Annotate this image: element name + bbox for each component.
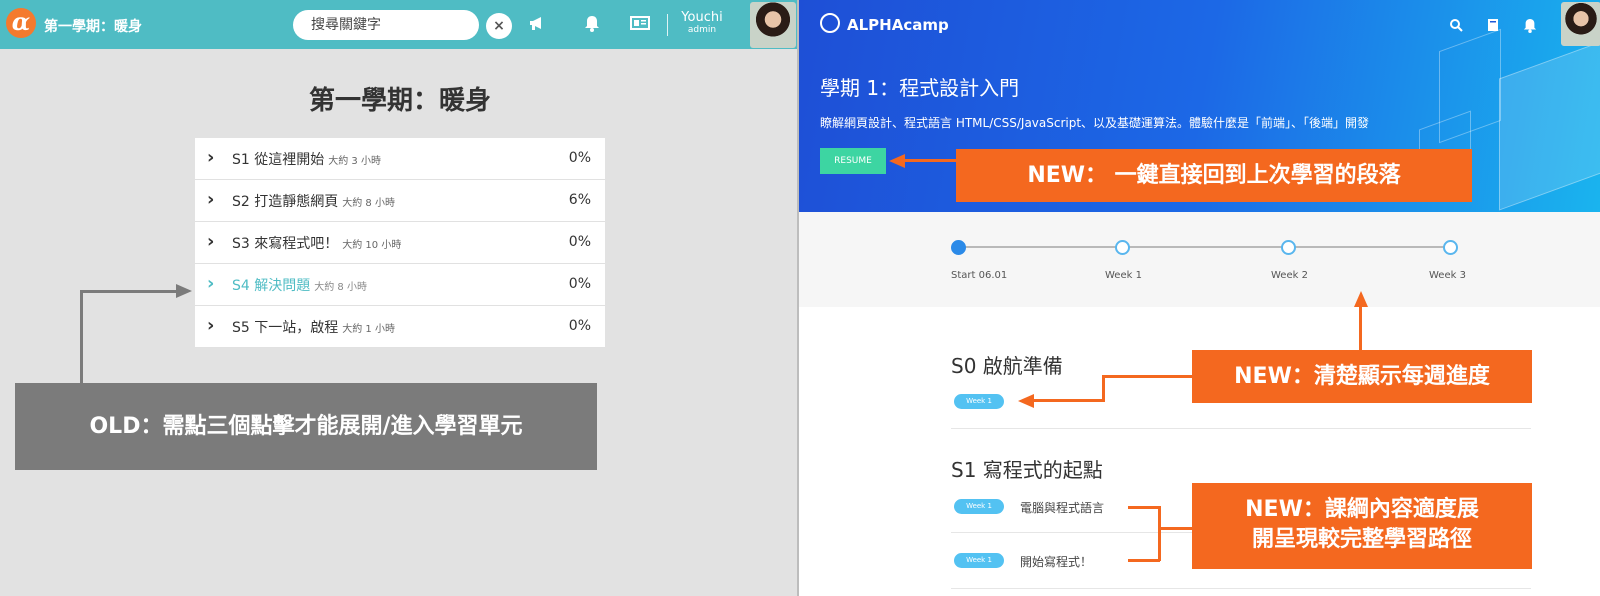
progress-callout: NEW：清楚顯示每週進度 <box>1192 350 1532 403</box>
page-title: 第一學期：暖身 <box>308 86 491 116</box>
search-icon[interactable] <box>1449 18 1463 36</box>
week-badge: Week 1 <box>954 499 1004 514</box>
section-progress: 6% <box>568 192 591 208</box>
section-item[interactable]: › S5 下一站，啟程 大約 1 小時 0% <box>195 306 605 348</box>
old-arrow-horizontal <box>80 290 178 293</box>
outline-callout-line2: 開呈現較完整學習路徑 <box>1251 527 1472 552</box>
section-progress: 0% <box>568 318 591 334</box>
section-item[interactable]: › S3 來寫程式吧！ 大約 10 小時 0% <box>195 222 605 264</box>
bell-icon[interactable] <box>1523 18 1537 37</box>
section-progress: 0% <box>568 276 591 292</box>
timeline-label: Start 06.01 <box>951 270 1008 281</box>
section-duration: 大約 10 小時 <box>342 240 402 251</box>
resume-arrow-line <box>903 159 956 162</box>
alpha-logo-icon[interactable]: α <box>6 8 36 38</box>
section-progress: 0% <box>568 150 591 166</box>
section-list: › S1 從這裡開始 大約 3 小時 0% › S2 打造靜態網頁 大約 8 小時 … <box>195 138 605 348</box>
section-duration: 大約 8 小時 <box>342 198 395 209</box>
row-divider <box>951 588 1531 589</box>
outline-callout: NEW：課綱內容適度展 開呈現較完整學習路徑 <box>1192 483 1532 569</box>
progress-arrow-line-down <box>1102 375 1105 402</box>
old-topbar: α 第一學期：暖身 × Youchi admin <box>0 0 797 49</box>
resume-button[interactable]: RESUME <box>820 148 886 174</box>
clear-icon[interactable]: × <box>486 13 512 39</box>
username: Youchi <box>681 10 723 25</box>
section-name: S5 下一站，啟程 大約 1 小時 <box>232 320 395 336</box>
section-name: S4 解決問題 大約 8 小時 <box>232 278 367 294</box>
section-duration: 大約 3 小時 <box>328 156 381 167</box>
user-menu[interactable]: Youchi admin <box>680 10 724 36</box>
user-role: admin <box>687 25 717 35</box>
row-divider <box>951 428 1531 429</box>
old-topbar-title: 第一學期：暖身 <box>44 19 142 35</box>
progress-arrow-line-up <box>1359 305 1362 350</box>
timeline-label: Week 3 <box>1429 270 1466 281</box>
timeline-dot-week3[interactable] <box>1443 240 1458 255</box>
progress-arrow-head-left <box>1018 394 1034 408</box>
lesson-link[interactable]: 開始寫程式！ <box>1020 553 1092 570</box>
decor-shape <box>1499 41 1600 211</box>
news-icon[interactable] <box>630 15 650 35</box>
progress-arrow-line-bottom <box>1034 399 1104 402</box>
section-progress: 0% <box>568 234 591 250</box>
section-item-active[interactable]: › S4 解決問題 大約 8 小時 0% <box>195 264 605 306</box>
old-callout: OLD：需點三個點擊才能展開/進入學習單元 <box>15 383 597 470</box>
megaphone-icon[interactable] <box>528 15 546 35</box>
timeline-dot-week2[interactable] <box>1281 240 1296 255</box>
old-ui-panel: α 第一學期：暖身 × Youchi admin 第一學期：暖身 › S1 從這… <box>0 0 797 596</box>
timeline-dot-start[interactable] <box>951 240 966 255</box>
outline-bracket-vertical <box>1158 506 1161 561</box>
chevron-right-icon: › <box>207 273 215 294</box>
resume-callout: NEW： 一鍵直接回到上次學習的段落 <box>956 149 1472 202</box>
chevron-right-icon: › <box>207 231 215 252</box>
chevron-right-icon: › <box>207 315 215 336</box>
week-badge: Week 1 <box>954 394 1004 409</box>
outline-bracket-bottom <box>1128 559 1160 562</box>
section-item[interactable]: › S2 打造靜態網頁 大約 8 小時 6% <box>195 180 605 222</box>
section-title[interactable]: S1 寫程式的起點 <box>951 454 1103 483</box>
progress-arrow-line-left <box>1104 375 1192 378</box>
bookmark-icon[interactable] <box>1487 18 1499 36</box>
week-badge: Week 1 <box>954 553 1004 568</box>
outline-bracket-stem <box>1160 527 1192 530</box>
section-duration: 大約 1 小時 <box>342 324 395 335</box>
bell-icon[interactable] <box>584 15 600 36</box>
section-name: S3 來寫程式吧！ 大約 10 小時 <box>232 236 402 252</box>
section-item[interactable]: › S1 從這裡開始 大約 3 小時 0% <box>195 138 605 180</box>
section-name: S1 從這裡開始 大約 3 小時 <box>232 152 381 168</box>
timeline-label: Week 2 <box>1271 270 1308 281</box>
chevron-right-icon: › <box>207 189 215 210</box>
brand-name: ALPHAcamp <box>847 16 949 34</box>
timeline-dot-week1[interactable] <box>1115 240 1130 255</box>
old-arrow-vertical <box>80 290 83 383</box>
section-name: S2 打造靜態網頁 大約 8 小時 <box>232 194 395 210</box>
timeline-track <box>957 246 1447 248</box>
outline-callout-line1: NEW：課綱內容適度展 <box>1245 497 1479 522</box>
chevron-right-icon: › <box>207 147 215 168</box>
avatar[interactable] <box>750 2 796 48</box>
alpha-logo-icon[interactable] <box>820 13 840 33</box>
section-duration: 大約 8 小時 <box>314 282 367 293</box>
section-title[interactable]: S0 啟航準備 <box>951 350 1063 379</box>
topbar-separator <box>667 14 668 36</box>
timeline-label: Week 1 <box>1105 270 1142 281</box>
avatar[interactable] <box>1561 2 1600 46</box>
old-arrow-head <box>176 284 192 298</box>
outline-bracket-top <box>1128 506 1160 509</box>
week-timeline: Start 06.01 Week 1 Week 2 Week 3 <box>799 212 1600 307</box>
semester-description: 瞭解網頁設計、程式語言 HTML/CSS/JavaScript、以及基礎運算法。… <box>820 116 1370 130</box>
semester-title: 學期 1：程式設計入門 <box>820 76 1020 100</box>
search-input[interactable] <box>293 10 479 40</box>
lesson-link[interactable]: 電腦與程式語言 <box>1020 499 1104 516</box>
